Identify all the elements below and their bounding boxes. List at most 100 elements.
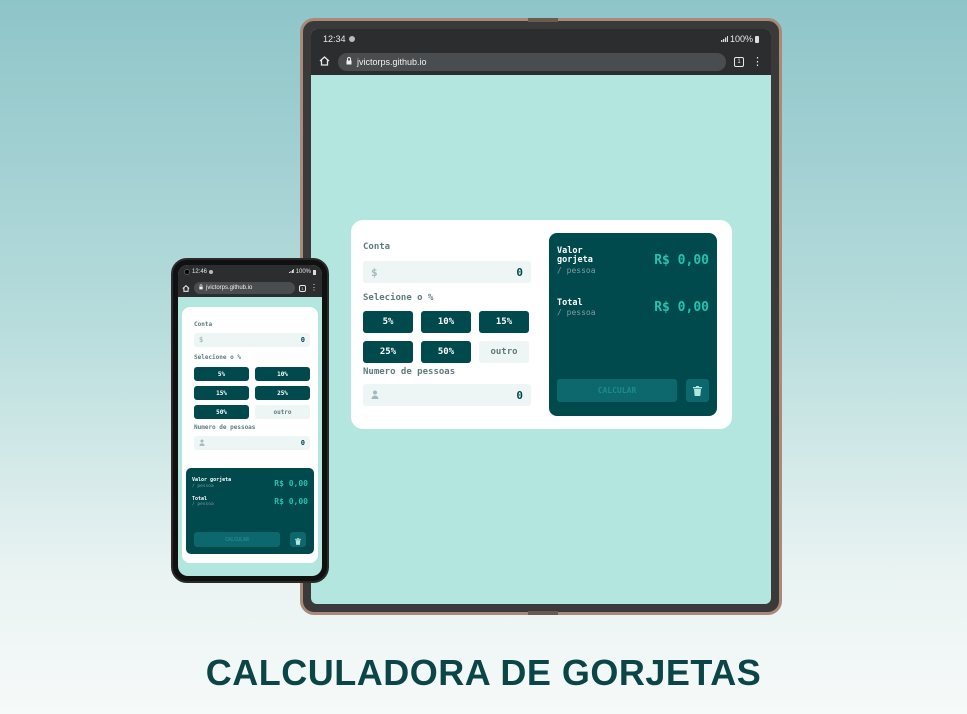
tab-switcher-button[interactable]: 1 [734,57,744,67]
tip-amount-row: Valor gorjeta / pessoa R$ 0,00 [557,246,709,275]
calculate-button[interactable]: CALCULAR [194,532,280,547]
phone-screen: 12:46 100% jvictorps.github.io 1 ⋮ Conta… [178,265,322,576]
total-labels: Total / pessoa [192,496,214,507]
url-text: jvictorps.github.io [357,57,427,67]
bill-value: 0 [516,265,523,279]
status-time: 12:34 [323,34,346,44]
tab-switcher-button[interactable]: 1 [299,284,306,292]
tip-select-label: Selecione o % [194,354,241,361]
result-actions: CALCULAR [557,379,709,402]
notification-icon [348,36,355,42]
people-label: Numero de pessoas [363,367,456,377]
status-time: 12:46 [192,269,208,275]
signal-icon [288,269,294,275]
status-right: 100% [720,34,759,44]
tablet-device: 12:34 100% jvictorps.github.io 1 ⋮ Conta… [300,18,782,615]
battery-percent: 100% [295,269,311,275]
home-icon[interactable] [319,53,330,71]
tip-amount-labels: Valor gorjeta / pessoa [192,477,232,489]
hinge-top [528,18,558,22]
tip-button-25[interactable]: 25% [255,386,310,400]
bill-input[interactable]: $ 0 [363,261,531,283]
lock-icon [199,284,203,292]
total-per-person-label: / pessoa [557,308,596,318]
total-row: Total / pessoa R$ 0,00 [557,297,709,318]
tip-calculator-card: Conta $ 0 Selecione o % 5% 10% 15% 25% 5… [351,220,732,429]
phone-status-bar: 12:46 100% [178,265,322,279]
tip-amount-label: Valor gorjeta [557,246,593,266]
tip-custom-input[interactable]: outro [479,341,529,363]
total-per-person-label: / pessoa [192,502,214,507]
total-row: Total / pessoa R$ 0,00 [192,496,308,507]
status-right: 100% [288,269,316,275]
tip-button-5[interactable]: 5% [194,367,249,381]
battery-icon [313,269,316,275]
tip-button-50[interactable]: 50% [194,405,249,419]
tablet-status-bar: 12:34 100% [311,29,771,49]
tip-select-label: Selecione o % [363,293,434,303]
tip-per-person-label: / pessoa [557,265,596,275]
total-label: Total [557,297,583,308]
reset-trash-button[interactable] [686,379,709,402]
status-time-group: 12:46 [184,269,214,275]
page-title: CALCULADORA DE GORJETAS [205,652,762,693]
status-time-group: 12:34 [323,34,355,44]
total-value: R$ 0,00 [654,300,709,316]
tip-button-50[interactable]: 50% [421,341,471,363]
signal-icon [720,34,728,44]
tip-custom-input[interactable]: outro [255,405,310,419]
person-icon [199,439,205,448]
tip-button-15[interactable]: 15% [479,311,529,333]
lock-icon [346,57,352,67]
trash-icon [693,381,702,400]
tablet-browser-bar: jvictorps.github.io 1 ⋮ [311,49,771,75]
people-value: 0 [516,388,523,402]
tip-button-15[interactable]: 15% [194,386,249,400]
url-field[interactable]: jvictorps.github.io [194,282,295,294]
result-panel: Valor gorjeta / pessoa R$ 0,00 Total / p… [186,468,314,554]
input-panel: Conta $ 0 Selecione o % 5% 10% 15% 25% 5… [363,232,531,406]
bill-label: Conta [363,242,391,252]
dollar-icon: $ [199,336,204,344]
tip-amount-value: R$ 0,00 [274,478,308,488]
notification-icon [209,270,214,274]
dollar-icon: $ [371,265,378,279]
tip-button-10[interactable]: 10% [421,311,471,333]
trash-icon [295,530,301,549]
reset-trash-button[interactable] [290,532,306,547]
tip-amount-row: Valor gorjeta / pessoa R$ 0,00 [192,477,308,489]
camera-cutout [184,269,190,275]
person-icon [371,389,379,402]
phone-browser-bar: jvictorps.github.io 1 ⋮ [178,279,322,297]
hinge-bottom [528,611,558,615]
people-label: Numero de pessoas [194,424,256,431]
calculate-button[interactable]: CALCULAR [557,379,677,402]
menu-kebab-icon[interactable]: ⋮ [310,284,318,292]
menu-kebab-icon[interactable]: ⋮ [752,56,763,68]
result-actions: CALCULAR [194,532,306,547]
bill-label: Conta [194,321,213,328]
tip-amount-label: Valor gorjeta [192,477,232,483]
bill-value: 0 [300,336,305,344]
battery-percent: 100% [729,34,753,44]
bill-input[interactable]: $ 0 [194,333,310,347]
people-input[interactable]: 0 [363,384,531,406]
tip-button-25[interactable]: 25% [363,341,413,363]
tip-button-5[interactable]: 5% [363,311,413,333]
tip-per-person-label: / pessoa [192,483,214,489]
tip-button-10[interactable]: 10% [255,367,310,381]
home-icon[interactable] [182,279,190,297]
total-labels: Total / pessoa [557,297,596,318]
people-input[interactable]: 0 [194,436,310,450]
url-text: jvictorps.github.io [206,285,253,291]
tip-options: 5% 10% 15% 25% 50% outro [363,311,531,363]
people-value: 0 [300,439,305,447]
url-field[interactable]: jvictorps.github.io [338,53,726,71]
battery-icon [755,35,759,43]
tablet-screen: 12:34 100% jvictorps.github.io 1 ⋮ Conta… [311,29,771,604]
tip-options: 5% 10% 15% 25% 50% outro [194,367,310,419]
result-panel: Valor gorjeta / pessoa R$ 0,00 Total / p… [549,233,717,416]
tip-amount-labels: Valor gorjeta / pessoa [557,246,597,275]
tip-amount-value: R$ 0,00 [654,253,709,269]
phone-device: 12:46 100% jvictorps.github.io 1 ⋮ Conta… [171,258,329,583]
